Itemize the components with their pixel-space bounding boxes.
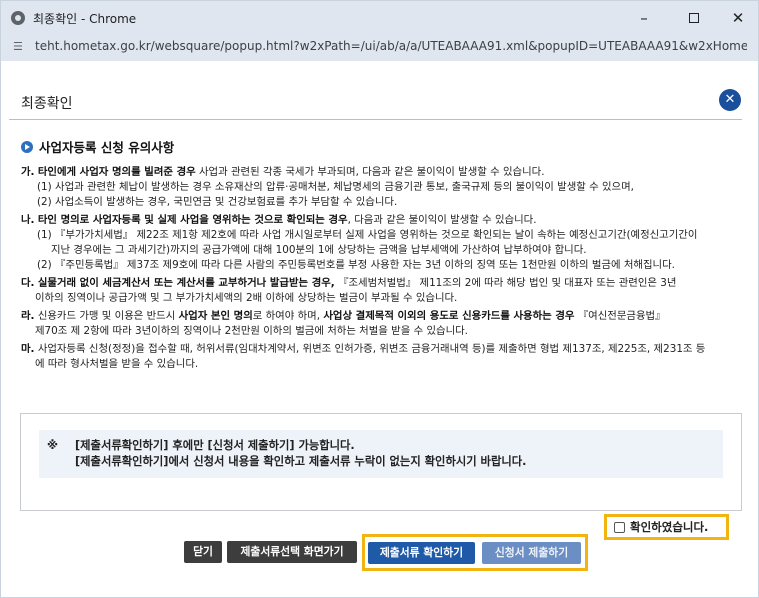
item-na-head: 나. 타인 명의로 사업자등록 및 실제 사업을 영위하는 것으로 확인되는 경… [21, 213, 743, 228]
item-na-sub2: (2) 『주민등록법』 제37조 제9호에 따라 다른 사람의 주민등록번호를 … [37, 259, 675, 271]
item-da: 다. 실물거래 없이 세금계산서 또는 계산서를 교부하거나 발급받는 경우, … [21, 276, 743, 306]
notice-line1: [제출서류확인하기] 후에만 [신청서 제출하기] 가능합니다. [75, 439, 355, 452]
bullet-arrow-icon [21, 140, 33, 153]
popup-title: 최종확인 [21, 96, 73, 112]
url-text[interactable]: teht.hometax.go.kr/websquare/popup.html?… [35, 39, 747, 53]
item-ga: 가. 타인에게 사업자 명의를 빌려준 경우 사업과 관련된 각종 국세가 부과… [21, 165, 743, 210]
item-ra-bold2: 사업상 결제목적 이외의 용도로 신용카드를 사용하는 경우 [323, 310, 575, 322]
item-ra-head: 라. 신용카드 가맹 및 이용은 반드시 사업자 본인 명의로 하여야 하며, … [21, 309, 743, 324]
notice-inner: ※ [제출서류확인하기] 후에만 [신청서 제출하기] 가능합니다. [제출서류… [39, 430, 723, 478]
header-divider [9, 119, 742, 120]
item-da-label: 다. [21, 277, 35, 289]
item-ma-head: 마. 사업자등록 신청(정정)을 접수할 때, 허위서류(임대차계약서, 위변조… [21, 342, 743, 357]
item-ga-bold: 타인에게 사업자 명의를 빌려준 경우 [37, 166, 196, 178]
item-ra-bold1: 사업자 본인 명의 [178, 310, 253, 322]
item-da-cont: 이하의 징역이나 공급가액 및 그 부가가치세액의 2배 이하에 상당하는 벌금… [35, 292, 458, 304]
item-da-head: 다. 실물거래 없이 세금계산서 또는 계산서를 교부하거나 발급받는 경우, … [21, 276, 743, 291]
item-na-sub1-cont: 지난 경우에는 그 과세기간)까지의 공급가액에 대해 100분의 1에 상당하… [51, 244, 587, 256]
item-ra-label: 라. [21, 310, 35, 322]
item-ra: 라. 신용카드 가맹 및 이용은 반드시 사업자 본인 명의로 하여야 하며, … [21, 309, 743, 339]
maximize-button[interactable] [677, 5, 711, 31]
browser-window: 최종확인 - Chrome – ✕ ☰ teht.hometax.go.kr/w… [0, 0, 759, 598]
item-ra-cont: 제70조 제 2항에 따라 3년이하의 징역이나 2천만원 이하의 벌금에 처하… [35, 325, 468, 337]
item-ma-cont: 에 따라 형사처벌을 받을 수 있습니다. [35, 358, 199, 370]
item-ra-pre: 신용카드 가맹 및 이용은 반드시 [34, 310, 179, 322]
notice-box: ※ [제출서류확인하기] 후에만 [신청서 제출하기] 가능합니다. [제출서류… [20, 413, 742, 511]
item-na-rest: , 다음과 같은 불이익이 발생할 수 있습니다. [347, 214, 537, 226]
item-na-sub1: (1) 『부가가치세법』 제22조 제1항 제2호에 따라 사업 개시일로부터 … [37, 229, 698, 241]
item-ra-mid: 로 하여야 하며, [252, 310, 324, 322]
popup-close-button[interactable]: ✕ [719, 89, 741, 111]
item-ra-rest: 『여신전문금융법』 [574, 310, 666, 322]
item-na-label: 나. [21, 214, 35, 226]
notice-content: 가. 타인에게 사업자 명의를 빌려준 경우 사업과 관련된 각종 국세가 부과… [21, 165, 743, 375]
window-title: 최종확인 - Chrome [33, 12, 137, 26]
confirm-label[interactable]: 확인하였습니다. [630, 519, 708, 535]
site-settings-icon[interactable]: ☰ [13, 40, 27, 54]
confirm-checkbox[interactable] [614, 521, 625, 533]
close-button[interactable]: 닫기 [184, 541, 222, 563]
item-ga-label: 가. [21, 166, 35, 178]
section-title: 사업자등록 신청 유의사항 [21, 137, 174, 156]
item-da-rest: 『조세범처벌법』 제11조의 2에 따라 해당 법인 및 대표자 또는 관련인은… [334, 277, 677, 289]
item-ma-rest: 사업자등록 신청(정정)을 접수할 때, 허위서류(임대차계약서, 위변조 인허… [34, 343, 706, 355]
item-na: 나. 타인 명의로 사업자등록 및 실제 사업을 영위하는 것으로 확인되는 경… [21, 213, 743, 273]
submit-button[interactable]: 신청서 제출하기 [482, 542, 581, 564]
item-ma-label: 마. [21, 343, 35, 355]
notice-mark: ※ [47, 439, 58, 452]
check-docs-button[interactable]: 제출서류 확인하기 [368, 542, 475, 564]
item-ga-sub1: (1) 사업과 관련한 체납이 발생하는 경우 소유재산의 압류·공매처분, 체… [37, 181, 634, 193]
item-ga-head: 가. 타인에게 사업자 명의를 빌려준 경우 사업과 관련된 각종 국세가 부과… [21, 165, 743, 180]
chrome-icon [11, 11, 25, 25]
title-bar: 최종확인 - Chrome – ✕ [1, 1, 758, 34]
item-na-bold: 타인 명의로 사업자등록 및 실제 사업을 영위하는 것으로 확인되는 경우 [37, 214, 348, 226]
item-da-bold: 실물거래 없이 세금계산서 또는 계산서를 교부하거나 발급받는 경우, [37, 277, 335, 289]
notice-line2: [제출서류확인하기]에서 신청서 내용을 확인하고 제출서류 누락이 없는지 확… [75, 455, 527, 468]
item-ma: 마. 사업자등록 신청(정정)을 접수할 때, 허위서류(임대차계약서, 위변조… [21, 342, 743, 372]
section-title-text: 사업자등록 신청 유의사항 [39, 140, 175, 155]
item-ga-sub2: (2) 사업소득이 발생하는 경우, 국민연금 및 건강보험료를 추가 부담할 … [37, 196, 398, 208]
window-close-button[interactable]: ✕ [721, 5, 755, 31]
item-ga-rest: 사업과 관련된 각종 국세가 부과되며, 다음과 같은 불이익이 발생할 수 있… [195, 166, 545, 178]
confirm-checkbox-group[interactable]: 확인하였습니다. [604, 514, 729, 540]
minimize-button[interactable]: – [627, 5, 661, 31]
select-docs-button[interactable]: 제출서류선택 화면가기 [227, 541, 357, 563]
url-bar: ☰ teht.hometax.go.kr/websquare/popup.htm… [1, 34, 758, 61]
maximize-icon [689, 13, 699, 23]
